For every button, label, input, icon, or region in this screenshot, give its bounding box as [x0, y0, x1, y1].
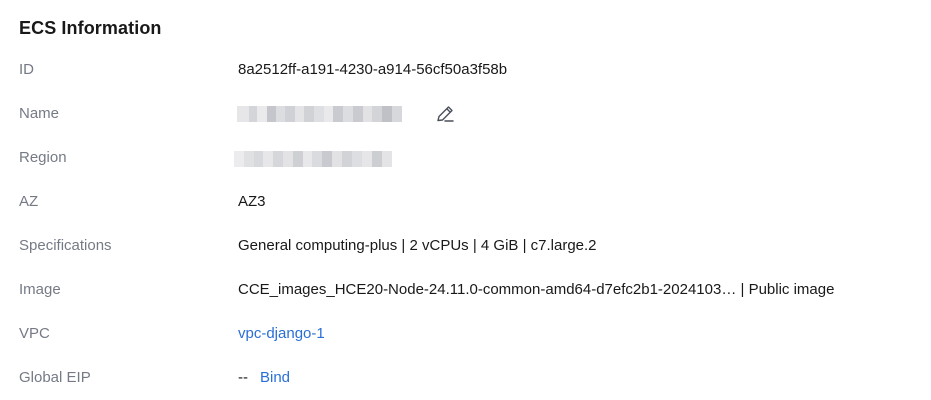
- specifications-value: General computing-plus | 2 vCPUs | 4 GiB…: [238, 237, 597, 254]
- image-type: Public image: [748, 281, 835, 298]
- image-row: Image CCE_images_HCE20-Node-24.11.0-comm…: [0, 275, 931, 305]
- image-value: CCE_images_HCE20-Node-24.11.0-common-amd…: [238, 275, 834, 305]
- vpc-link[interactable]: vpc-django-1: [238, 319, 325, 349]
- region-row: Region: [0, 143, 931, 173]
- vpc-row: VPC vpc-django-1: [0, 319, 931, 349]
- name-label: Name: [19, 105, 60, 122]
- az-value: AZ3: [238, 193, 266, 210]
- az-label: AZ: [19, 193, 39, 210]
- id-value: 8a2512ff-a191-4230-a914-56cf50a3f58b: [238, 61, 508, 78]
- global-eip-row: Global EIP -- Bind: [0, 363, 931, 393]
- image-label: Image: [19, 281, 61, 298]
- bind-eip-link[interactable]: Bind: [260, 363, 290, 393]
- global-eip-label: Global EIP: [19, 369, 91, 386]
- id-row: ID 8a2512ff-a191-4230-a914-56cf50a3f58b: [0, 55, 931, 85]
- section-title: ECS Information: [19, 18, 162, 38]
- az-row: AZ AZ3: [0, 187, 931, 217]
- name-value-redacted: [237, 106, 402, 122]
- pencil-edit-icon[interactable]: [434, 104, 456, 124]
- specifications-label: Specifications: [19, 237, 112, 254]
- region-label: Region: [19, 149, 67, 166]
- region-value-redacted: [234, 151, 392, 167]
- id-label: ID: [19, 61, 34, 78]
- vpc-label: VPC: [19, 325, 50, 342]
- ecs-information-panel: ECS Information ID 8a2512ff-a191-4230-a9…: [0, 0, 931, 400]
- image-separator: |: [736, 281, 749, 298]
- global-eip-value: --: [238, 369, 248, 386]
- name-row: Name: [0, 99, 931, 129]
- specifications-row: Specifications General computing-plus | …: [0, 231, 931, 261]
- image-name: CCE_images_HCE20-Node-24.11.0-common-amd…: [238, 281, 737, 298]
